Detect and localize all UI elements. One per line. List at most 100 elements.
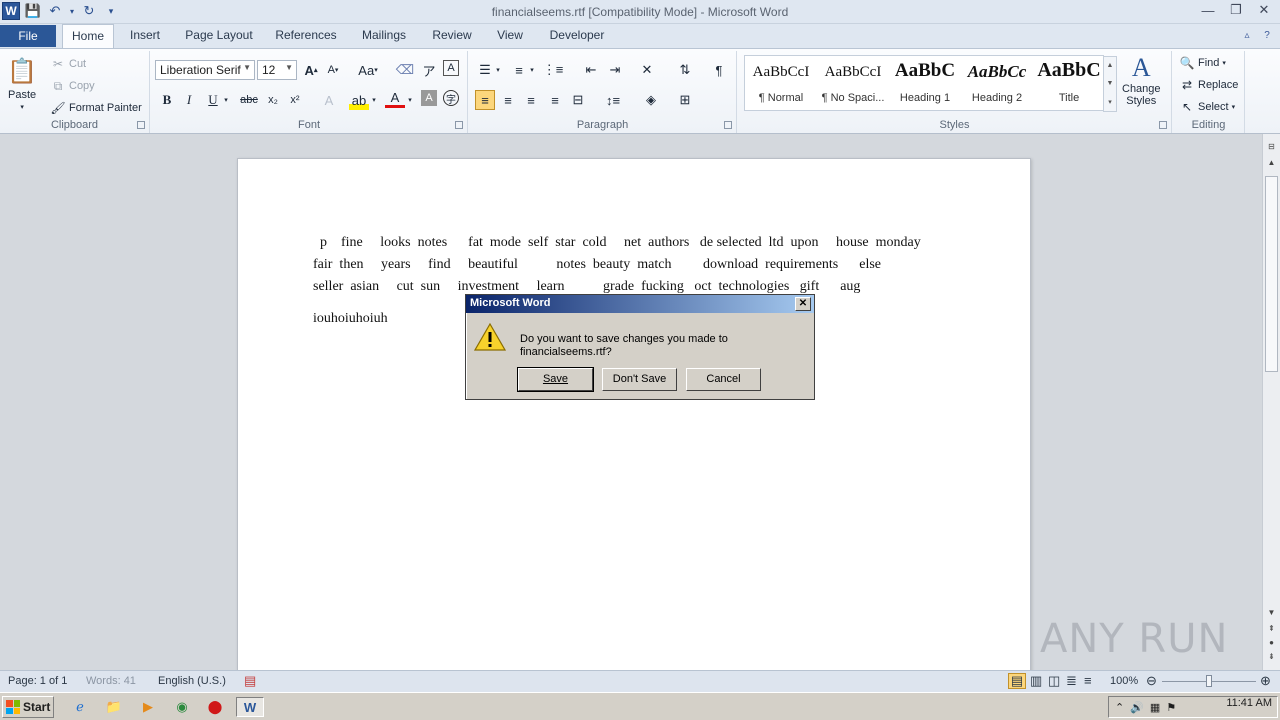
style-title[interactable]: AaBbC Title	[1033, 56, 1105, 110]
numbering-icon[interactable]: ≡	[509, 60, 529, 80]
underline-dropdown-icon[interactable]: ▾	[221, 90, 231, 110]
underline-icon[interactable]: U	[203, 90, 223, 110]
strikethrough-icon[interactable]: abc	[239, 90, 259, 110]
subscript-icon[interactable]: x₂	[263, 90, 283, 110]
minimize-ribbon-icon[interactable]: ▵	[1240, 28, 1254, 42]
show-hidden-icons-icon[interactable]: ⌃	[1115, 701, 1124, 714]
paragraph-launcher-icon[interactable]	[724, 121, 732, 129]
help-icon[interactable]: ?	[1260, 28, 1274, 42]
styles-launcher-icon[interactable]	[1159, 121, 1167, 129]
font-color-icon[interactable]: A	[385, 90, 405, 108]
web-layout-icon[interactable]: ◫	[1048, 673, 1060, 689]
sort-icon[interactable]: ⇅	[675, 60, 695, 80]
outline-icon[interactable]: ≣	[1066, 673, 1077, 689]
styles-gallery-scroll[interactable]: ▲ ▼ ▾	[1103, 56, 1117, 112]
numbering-dropdown-icon[interactable]: ▾	[527, 60, 537, 80]
draft-icon[interactable]: ≡	[1084, 673, 1092, 688]
more-icon[interactable]: ▾	[1108, 98, 1112, 106]
tab-developer[interactable]: Developer	[542, 24, 612, 48]
language-indicator[interactable]: English (U.S.)	[158, 675, 226, 687]
decrease-indent-icon[interactable]: ⇤	[581, 60, 601, 80]
page-count[interactable]: Page: 1 of 1	[8, 675, 67, 687]
borders-icon[interactable]: ⊞	[675, 90, 695, 110]
tab-mailings[interactable]: Mailings	[354, 24, 414, 48]
tab-file[interactable]: File	[0, 25, 56, 47]
format-painter-button[interactable]: 🖌 Format Painter	[50, 100, 141, 116]
zoom-in-icon[interactable]: ⊕	[1260, 673, 1271, 689]
italic-icon[interactable]: I	[179, 90, 199, 110]
highlight-icon[interactable]: ab	[349, 90, 369, 110]
ruler-toggle-icon[interactable]: ⊟	[1263, 142, 1280, 156]
superscript-icon[interactable]: x²	[285, 90, 305, 110]
zoom-level[interactable]: 100%	[1110, 675, 1138, 687]
justify-icon[interactable]: ≡	[545, 90, 565, 110]
scroll-thumb[interactable]	[1265, 176, 1278, 372]
tab-home[interactable]: Home	[62, 24, 114, 49]
multilevel-list-icon[interactable]: ⋮≡	[543, 60, 564, 80]
text-effects-icon[interactable]: A	[319, 90, 339, 110]
grow-font-icon[interactable]: A ▴	[301, 60, 321, 80]
internet-explorer-icon[interactable]: ℯ	[70, 697, 90, 717]
tab-view[interactable]: View	[490, 24, 530, 48]
align-right-icon[interactable]: ≡	[521, 90, 541, 110]
scroll-down-icon[interactable]: ▼	[1263, 608, 1280, 622]
zoom-slider-thumb[interactable]	[1206, 675, 1212, 687]
select-browse-object-icon[interactable]: ●	[1263, 638, 1280, 652]
find-button[interactable]: 🔍 Find ▾	[1179, 55, 1226, 71]
restore-icon[interactable]: ❐	[1228, 2, 1244, 18]
tab-page-layout[interactable]: Page Layout	[180, 24, 258, 48]
distributed-icon[interactable]: ⊟	[568, 90, 588, 110]
next-page-icon[interactable]: ⇟	[1263, 652, 1280, 666]
font-size-combo[interactable]: 12 ▼	[257, 60, 297, 80]
opera-icon[interactable]: ⬤	[205, 697, 225, 717]
vertical-scrollbar[interactable]: ⊟ ▲ ▼ ⇞ ● ⇟	[1262, 134, 1280, 670]
cut-button[interactable]: ✂ Cut	[50, 56, 86, 72]
tab-references[interactable]: References	[268, 24, 344, 48]
chrome-icon[interactable]: ◉	[172, 697, 192, 717]
character-border-icon[interactable]: A	[443, 60, 459, 76]
close-window-icon[interactable]: ✕	[1256, 2, 1272, 18]
shading-icon[interactable]: ◈	[641, 90, 661, 110]
print-layout-icon[interactable]: ▤	[1008, 673, 1026, 689]
cancel-button[interactable]: Cancel	[686, 368, 761, 391]
taskbar-clock[interactable]: 11:41 AM	[1226, 697, 1272, 709]
tab-review[interactable]: Review	[424, 24, 480, 48]
save-button[interactable]: Save	[517, 367, 594, 392]
asian-layout-icon[interactable]: ✕	[637, 60, 657, 80]
font-launcher-icon[interactable]	[455, 121, 463, 129]
style-no-spacing[interactable]: AaBbCcI ¶ No Spaci...	[817, 56, 889, 110]
clear-formatting-icon[interactable]: ⌫	[395, 60, 415, 80]
style-normal[interactable]: AaBbCcI ¶ Normal	[745, 56, 817, 110]
bullets-icon[interactable]: ☰	[475, 60, 495, 80]
minimize-icon[interactable]: —	[1200, 2, 1216, 18]
style-heading-1[interactable]: AaBbC Heading 1	[889, 56, 961, 110]
increase-indent-icon[interactable]: ⇥	[605, 60, 625, 80]
tab-insert[interactable]: Insert	[120, 24, 170, 48]
previous-page-icon[interactable]: ⇞	[1263, 624, 1280, 638]
volume-icon[interactable]: 🔊	[1130, 701, 1144, 714]
file-explorer-icon[interactable]: 📁	[104, 697, 124, 717]
bold-icon[interactable]: B	[157, 90, 177, 110]
copy-button[interactable]: ⧉ Copy	[50, 78, 95, 94]
bullets-dropdown-icon[interactable]: ▾	[493, 60, 503, 80]
media-player-icon[interactable]: ▶	[138, 697, 158, 717]
enclose-characters-icon[interactable]: 字	[443, 90, 459, 106]
align-left-icon[interactable]: ≡	[475, 90, 495, 110]
chevron-up-icon[interactable]: ▲	[1107, 62, 1114, 69]
network-icon[interactable]: ▦	[1150, 701, 1160, 714]
show-formatting-icon[interactable]: ¶	[709, 60, 729, 80]
style-heading-2[interactable]: AaBbCc Heading 2	[961, 56, 1033, 110]
proofing-icon[interactable]: ▤	[244, 673, 256, 689]
start-button[interactable]: Start	[2, 696, 54, 718]
word-count[interactable]: Words: 41	[86, 675, 136, 687]
clipboard-launcher-icon[interactable]	[137, 121, 145, 129]
line-spacing-icon[interactable]: ↕≡	[603, 90, 623, 110]
dialog-close-icon[interactable]: ✕	[795, 297, 811, 311]
phonetic-guide-icon[interactable]: ア	[419, 60, 439, 80]
scroll-up-icon[interactable]: ▲	[1263, 158, 1280, 172]
full-screen-reading-icon[interactable]: ▥	[1030, 673, 1042, 689]
change-styles-button[interactable]: A Change Styles	[1122, 53, 1161, 108]
dont-save-button[interactable]: Don't Save	[602, 368, 677, 391]
word-taskbar-icon[interactable]: W	[236, 697, 264, 717]
select-button[interactable]: ↖ Select ▾	[1179, 99, 1235, 115]
